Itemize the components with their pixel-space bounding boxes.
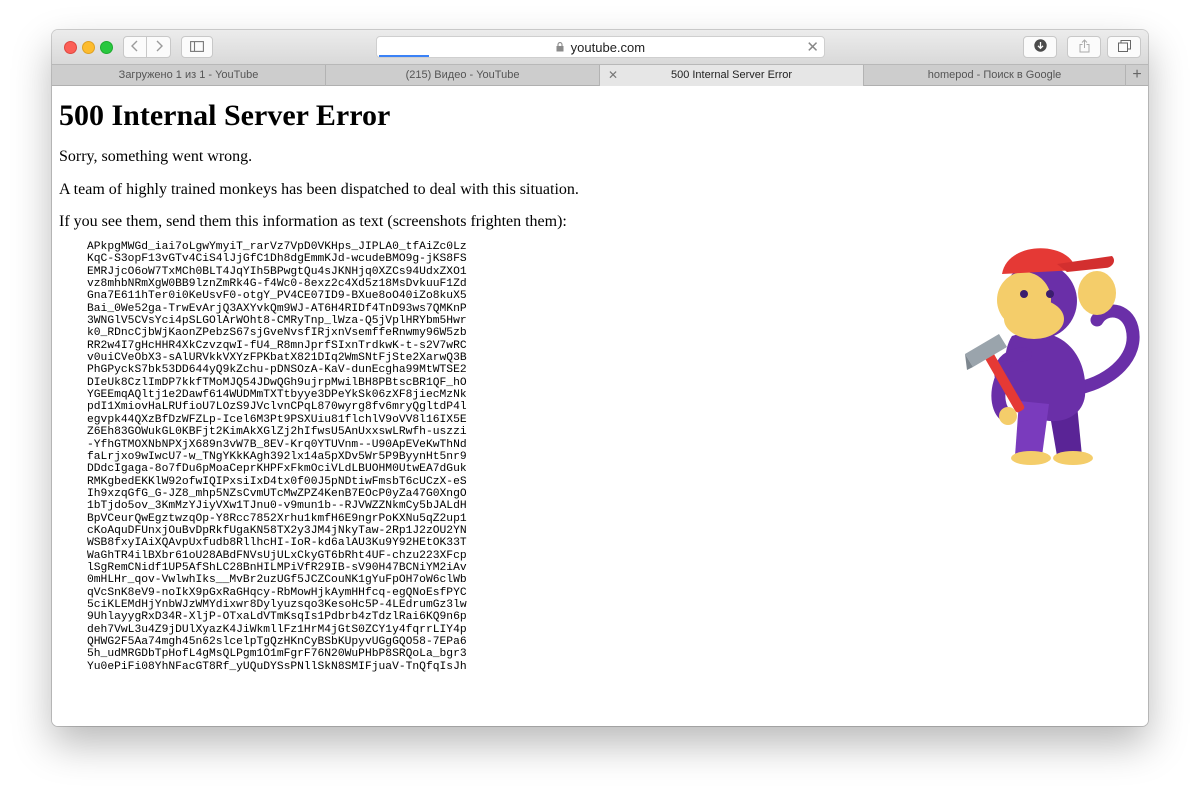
tab-downloaded-youtube[interactable]: Загружено 1 из 1 - YouTube — [52, 65, 326, 86]
sidebar-button[interactable] — [181, 36, 213, 58]
monkeys-message: A team of highly trained monkeys has bee… — [59, 181, 579, 198]
tab-label: 500 Internal Server Error — [670, 69, 793, 81]
page-title: 500 Internal Server Error — [59, 99, 391, 132]
tab-label: (215) Видео - YouTube — [405, 69, 520, 81]
browser-toolbar: youtube.com ✕ — [52, 30, 1148, 64]
close-icon[interactable]: ✕ — [806, 38, 819, 56]
tabs-overview-icon — [1117, 39, 1131, 55]
forward-button[interactable] — [147, 36, 171, 58]
browser-window: youtube.com ✕ Загружено 1 из 1 - YouTube — [52, 30, 1148, 726]
tabs-overview-button[interactable] — [1107, 36, 1141, 58]
address-bar[interactable]: youtube.com ✕ — [376, 36, 825, 58]
minimize-window-button[interactable] — [82, 41, 95, 54]
tab-internal-server-error[interactable]: ✕ 500 Internal Server Error — [600, 65, 864, 86]
share-button[interactable] — [1067, 36, 1101, 58]
close-window-button[interactable] — [64, 41, 77, 54]
page-load-progress — [379, 55, 429, 57]
address-text: youtube.com — [377, 40, 824, 55]
tab-label: homepod - Поиск в Google — [927, 69, 1062, 81]
tab-label: Загружено 1 из 1 - YouTube — [118, 69, 259, 81]
monkey-illustration — [965, 248, 1140, 465]
page-content: 500 Internal Server Error Sorry, somethi… — [52, 86, 1148, 726]
sidebar-icon — [190, 39, 204, 55]
back-button[interactable] — [123, 36, 147, 58]
back-icon — [131, 39, 139, 55]
tab-bar: Загружено 1 из 1 - YouTube (215) Видео -… — [52, 64, 1148, 86]
downloads-button[interactable] — [1023, 36, 1057, 58]
downloads-icon — [1033, 39, 1047, 55]
new-tab-icon[interactable]: + — [1126, 65, 1148, 86]
lock-icon — [556, 42, 567, 55]
address-url: youtube.com — [570, 40, 646, 55]
sorry-message: Sorry, something went wrong. — [59, 148, 253, 165]
share-icon — [1079, 38, 1090, 56]
instruction-message: If you see them, send them this informat… — [59, 213, 567, 230]
tab-videos-youtube[interactable]: (215) Видео - YouTube — [326, 65, 600, 86]
error-info-text[interactable]: APkpgMWGd_iai7oLgwYmyiT_rarVz7VpD0VKHps_… — [87, 241, 467, 673]
zoom-window-button[interactable] — [100, 41, 113, 54]
forward-icon — [155, 39, 163, 55]
tab-homepod-search[interactable]: homepod - Поиск в Google — [864, 65, 1126, 86]
close-tab-icon[interactable]: ✕ — [608, 65, 618, 86]
